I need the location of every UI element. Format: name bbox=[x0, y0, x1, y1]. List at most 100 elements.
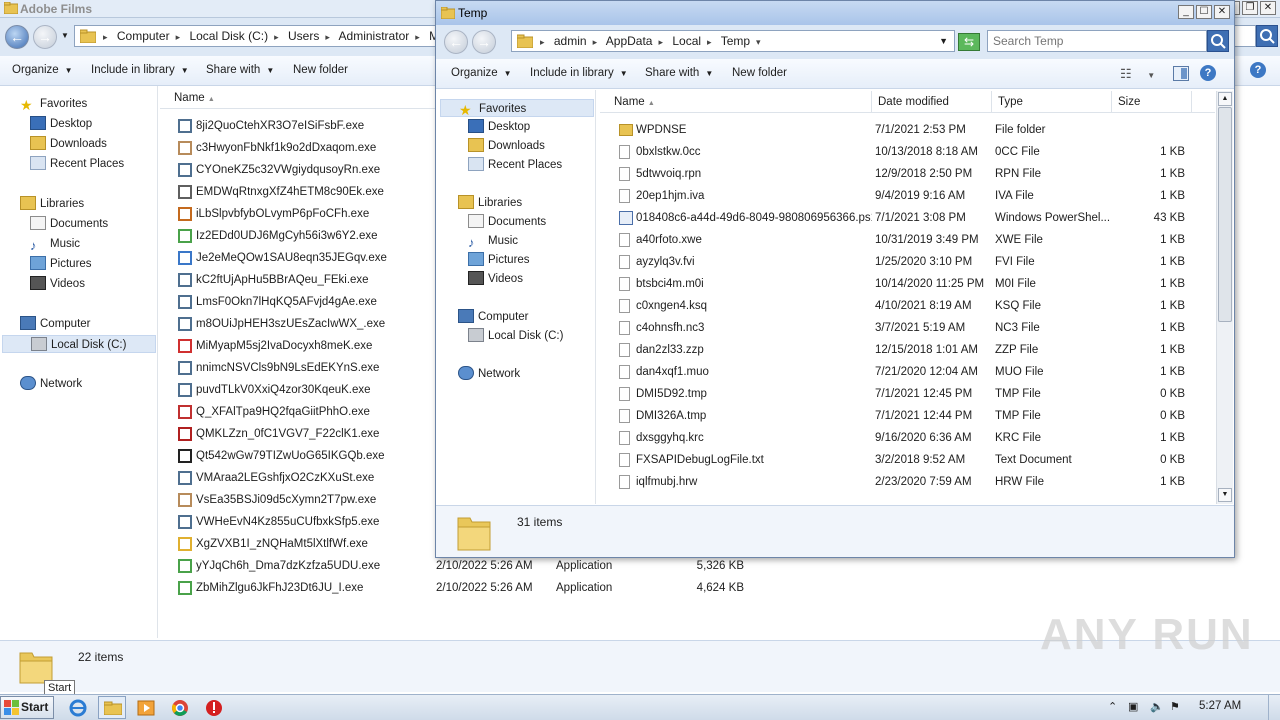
file-row[interactable]: 018408c6-a44d-49d6-8049-980806956366.ps1… bbox=[600, 207, 1215, 229]
search-field-edge[interactable] bbox=[1234, 25, 1256, 47]
organize-button[interactable]: Organize ▼ bbox=[12, 64, 73, 76]
nav-computer[interactable]: Computer bbox=[20, 315, 91, 333]
folder-row[interactable]: WPDNSE 7/1/2021 2:53 PM File folder bbox=[600, 119, 1215, 141]
help-icon[interactable]: ? bbox=[1200, 65, 1216, 81]
restore-button[interactable]: ❐ bbox=[1242, 1, 1258, 15]
file-row[interactable]: c4ohnsfh.nc3 3/7/2021 5:19 AM NC3 File 1 KB bbox=[600, 317, 1215, 339]
nav-network[interactable]: Network bbox=[458, 365, 520, 383]
vertical-scrollbar[interactable]: ▲ ▼ bbox=[1216, 91, 1233, 504]
file-row[interactable]: iqlfmubj.hrw 2/23/2020 7:59 AM HRW File 1 K… bbox=[600, 471, 1215, 493]
new-folder-button[interactable]: New folder bbox=[293, 64, 348, 76]
breadcrumb-users[interactable]: Users bbox=[288, 29, 319, 43]
scroll-up-arrow[interactable]: ▲ bbox=[1218, 92, 1232, 106]
preview-pane-button[interactable] bbox=[1173, 66, 1189, 81]
nav-documents[interactable]: Documents bbox=[468, 213, 546, 231]
nav-libraries[interactable]: Libraries bbox=[458, 194, 522, 212]
file-row[interactable]: DMI326A.tmp 7/1/2021 12:44 PM TMP File 0 KB bbox=[600, 405, 1215, 427]
nav-pictures[interactable]: Pictures bbox=[30, 255, 92, 273]
file-row[interactable]: ayzylq3v.fvi 1/25/2020 3:10 PM FVI File 1 K… bbox=[600, 251, 1215, 273]
back-button[interactable]: ← bbox=[5, 25, 29, 49]
file-row[interactable]: ZbMihZlgu6JkFhJ23Dt6JU_I.exe 2/10/2022 5:… bbox=[176, 577, 776, 599]
nav-computer[interactable]: Computer bbox=[458, 308, 529, 326]
maximize-button[interactable]: ☐ bbox=[1196, 5, 1212, 19]
ie-taskbar-button[interactable] bbox=[68, 698, 88, 718]
file-row[interactable]: dan4xqf1.muo 7/21/2020 12:04 AM MUO File 1 … bbox=[600, 361, 1215, 383]
forward-button[interactable]: → bbox=[472, 30, 496, 54]
action-center-flag-icon[interactable]: ⚑ bbox=[1170, 700, 1180, 713]
column-date-modified[interactable]: Date modified bbox=[872, 91, 992, 113]
file-row[interactable]: dan2zl33.zzp 12/15/2018 1:01 AM ZZP File 1 … bbox=[600, 339, 1215, 361]
search-button[interactable] bbox=[1256, 25, 1278, 47]
column-name[interactable]: Name ▲ bbox=[608, 91, 872, 113]
explorer-taskbar-button[interactable] bbox=[98, 696, 126, 719]
nav-music[interactable]: ♪ Music bbox=[468, 232, 518, 250]
recent-pages-dropdown[interactable]: ▼ bbox=[61, 31, 69, 40]
nav-music[interactable]: ♪ Music bbox=[30, 235, 80, 253]
chrome-taskbar-button[interactable] bbox=[170, 698, 190, 718]
nav-videos[interactable]: Videos bbox=[30, 275, 85, 293]
file-row[interactable]: c0xngen4.ksq 4/10/2021 8:19 AM KSQ File 1 K… bbox=[600, 295, 1215, 317]
nav-favorites[interactable]: ★ Favorites bbox=[20, 95, 87, 113]
nav-local-disk[interactable]: Local Disk (C:) bbox=[468, 327, 563, 345]
breadcrumb-local[interactable]: Local bbox=[672, 34, 701, 48]
file-row[interactable]: btsbci4m.m0i 10/14/2020 11:25 PM M0I File 1… bbox=[600, 273, 1215, 295]
organize-button[interactable]: Organize ▼ bbox=[451, 67, 512, 79]
file-row[interactable]: FXSAPIDebugLogFile.txt 3/2/2018 9:52 AM Te… bbox=[600, 449, 1215, 471]
nav-desktop[interactable]: Desktop bbox=[30, 115, 92, 133]
change-view-button[interactable]: ☷ ▼ bbox=[1120, 66, 1155, 82]
breadcrumb-computer[interactable]: Computer bbox=[117, 29, 170, 43]
file-row[interactable]: dxsggyhq.krc 9/16/2020 6:36 AM KRC File 1 K… bbox=[600, 427, 1215, 449]
file-row[interactable]: 0bxlstkw.0cc 10/13/2018 8:18 AM 0CC File 1 … bbox=[600, 141, 1215, 163]
forward-button[interactable]: → bbox=[33, 25, 57, 49]
column-size[interactable]: Size bbox=[1112, 91, 1192, 113]
column-type[interactable]: Type bbox=[992, 91, 1112, 113]
show-desktop-button[interactable] bbox=[1268, 695, 1280, 720]
show-hidden-icons-button[interactable]: ⌃ bbox=[1108, 700, 1117, 713]
share-with-button[interactable]: Share with ▼ bbox=[645, 67, 713, 79]
address-dropdown[interactable]: ▼ bbox=[939, 31, 948, 51]
file-row[interactable]: DMI5D92.tmp 7/1/2021 12:45 PM TMP File 0 KB bbox=[600, 383, 1215, 405]
breadcrumb-admin[interactable]: admin bbox=[554, 34, 587, 48]
nav-network[interactable]: Network bbox=[20, 375, 82, 393]
file-row[interactable]: yYJqCh6h_Dma7dzKzfza5UDU.exe 2/10/2022 5:… bbox=[176, 555, 776, 577]
nav-recent-places[interactable]: Recent Places bbox=[468, 156, 562, 174]
nav-recent-places[interactable]: Recent Places bbox=[30, 155, 124, 173]
clock[interactable]: 5:27 AM bbox=[1199, 700, 1241, 712]
nav-downloads[interactable]: Downloads bbox=[30, 135, 107, 153]
file-row[interactable]: 5dtwvoiq.rpn 12/9/2018 2:50 PM RPN File 1 K… bbox=[600, 163, 1215, 185]
nav-downloads[interactable]: Downloads bbox=[468, 137, 545, 155]
help-icon[interactable]: ? bbox=[1250, 62, 1266, 78]
title-bar[interactable]: Temp _ ☐ ✕ bbox=[436, 1, 1234, 25]
scroll-thumb[interactable] bbox=[1218, 107, 1232, 322]
nav-desktop[interactable]: Desktop bbox=[468, 118, 530, 136]
include-in-library-button[interactable]: Include in library ▼ bbox=[91, 64, 189, 76]
security-app-taskbar-button[interactable] bbox=[204, 698, 224, 718]
nav-libraries[interactable]: Libraries bbox=[20, 195, 84, 213]
scroll-down-arrow[interactable]: ▼ bbox=[1218, 488, 1232, 502]
column-name[interactable]: Name ▲ bbox=[168, 87, 436, 109]
include-in-library-button[interactable]: Include in library ▼ bbox=[530, 67, 628, 79]
breadcrumb-local-disk[interactable]: Local Disk (C:) bbox=[189, 29, 268, 43]
new-folder-button[interactable]: New folder bbox=[732, 67, 787, 79]
breadcrumb-appdata[interactable]: AppData bbox=[606, 34, 653, 48]
search-input[interactable] bbox=[987, 30, 1207, 52]
back-button[interactable]: ← bbox=[444, 30, 468, 54]
media-player-taskbar-button[interactable] bbox=[136, 698, 156, 718]
nav-local-disk[interactable]: Local Disk (C:) bbox=[2, 335, 156, 353]
close-button[interactable]: ✕ bbox=[1260, 1, 1276, 15]
nav-favorites[interactable]: ★ Favorites bbox=[440, 99, 594, 118]
network-tray-icon[interactable]: ▣ bbox=[1128, 700, 1138, 713]
search-button[interactable] bbox=[1207, 30, 1229, 52]
nav-documents[interactable]: Documents bbox=[30, 215, 108, 233]
close-button[interactable]: ✕ bbox=[1214, 5, 1230, 19]
breadcrumb-administrator[interactable]: Administrator bbox=[339, 29, 410, 43]
address-bar[interactable]: ▸ Computer ▸ Local Disk (C:) ▸ Users ▸ Admi… bbox=[74, 25, 440, 47]
nav-pictures[interactable]: Pictures bbox=[468, 251, 530, 269]
file-row[interactable]: a40rfoto.xwe 10/31/2019 3:49 PM XWE File 1 … bbox=[600, 229, 1215, 251]
share-with-button[interactable]: Share with ▼ bbox=[206, 64, 274, 76]
breadcrumb-temp[interactable]: Temp bbox=[721, 34, 750, 48]
address-bar[interactable]: ▸ admin ▸ AppData ▸ Local ▸ Temp ▾ ▼ bbox=[511, 30, 955, 52]
file-row[interactable]: 20ep1hjm.iva 9/4/2019 9:16 AM IVA File 1 KB bbox=[600, 185, 1215, 207]
minimize-button[interactable]: _ bbox=[1178, 5, 1194, 19]
refresh-button[interactable]: ⇆ bbox=[958, 33, 980, 51]
